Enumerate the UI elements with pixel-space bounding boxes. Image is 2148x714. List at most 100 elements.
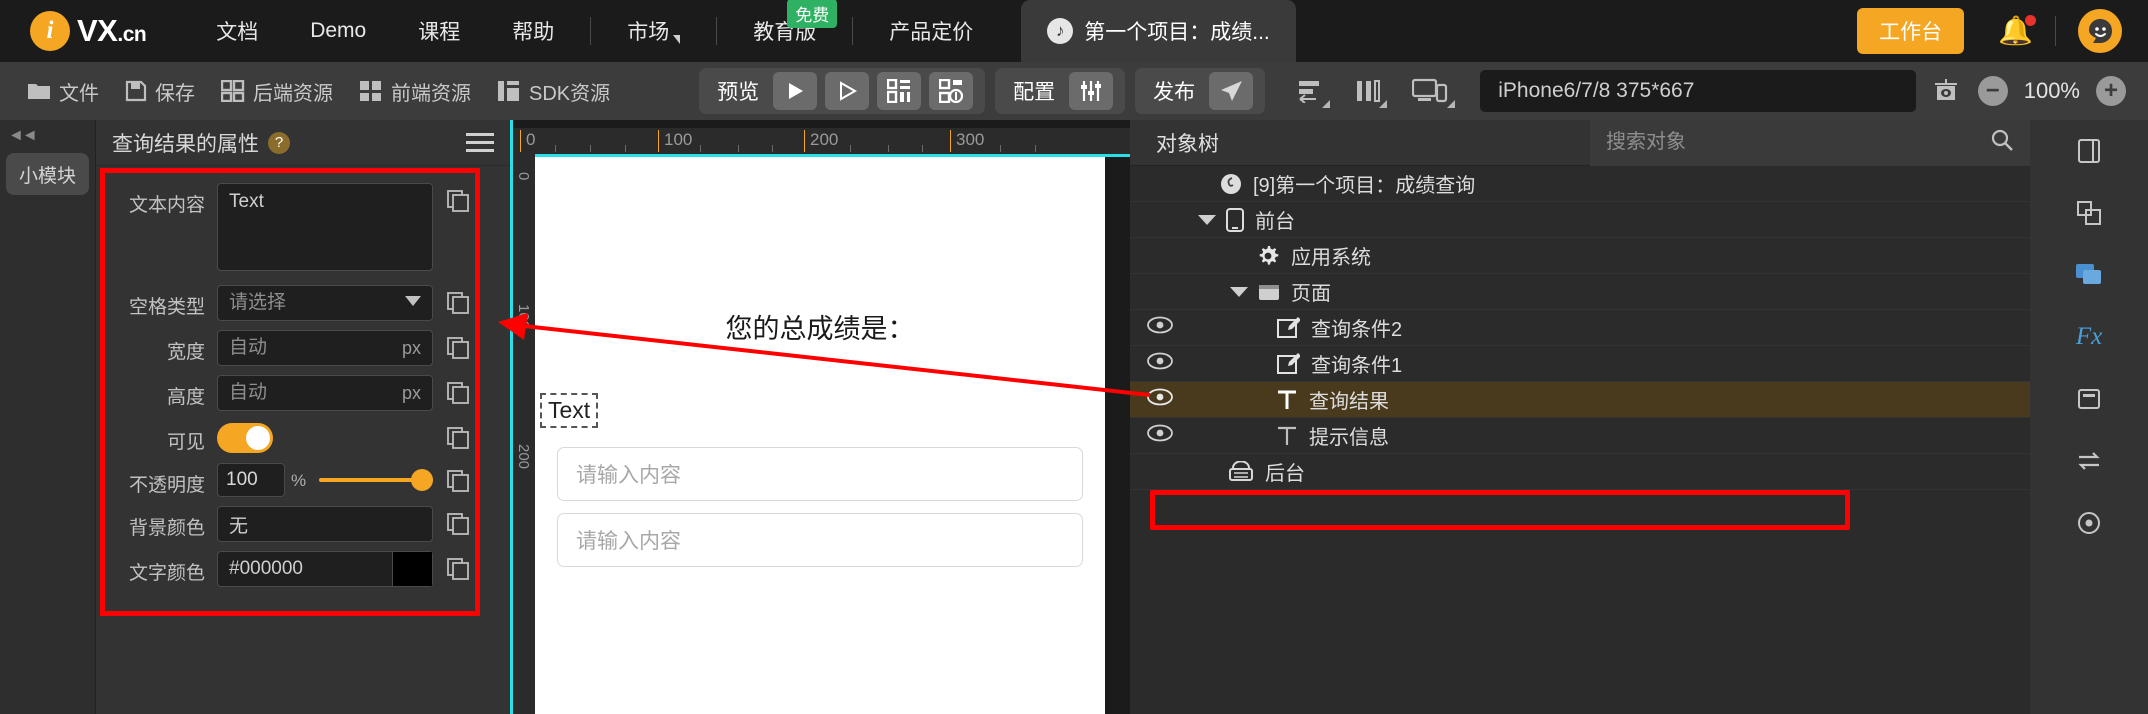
selected-text-element[interactable]: Text: [540, 393, 599, 428]
tree-node-label: 应用系统: [1291, 247, 1371, 269]
toolbar-sdk-res-button[interactable]: SDK资源: [484, 77, 623, 106]
toolbar-backend-res-button[interactable]: 后端资源: [208, 77, 346, 106]
toolbar-file-button[interactable]: 文件: [14, 77, 112, 106]
nav-item-courses[interactable]: 课程: [392, 16, 486, 46]
width-input[interactable]: [217, 330, 433, 366]
toolbar-frontend-res-button[interactable]: 前端资源: [346, 77, 484, 106]
property-label: 不透明度: [128, 475, 205, 496]
nav-item-docs[interactable]: 文档: [190, 16, 284, 46]
tree-node-query-condition-1[interactable]: 查询条件1: [1130, 346, 2030, 382]
copy-icon[interactable]: [441, 285, 475, 319]
logo-name: VX: [77, 13, 118, 48]
sliders-icon[interactable]: [1069, 72, 1114, 110]
nav-divider: [716, 17, 718, 45]
copy-icon[interactable]: [441, 330, 475, 364]
visible-toggle[interactable]: [217, 423, 273, 453]
layers-icon[interactable]: [2030, 182, 2148, 244]
tree-node-query-condition-2[interactable]: 查询条件2: [1130, 310, 2030, 346]
fx-icon[interactable]: Fx: [2030, 306, 2148, 368]
tree-node-label: 查询条件1: [1311, 355, 1403, 377]
sync-icon[interactable]: [2030, 430, 2148, 492]
nav-item-demo[interactable]: Demo: [284, 19, 392, 43]
property-row-text-color: 文字颜色: [105, 551, 475, 587]
zoom-in-button[interactable]: +: [2096, 76, 2126, 106]
align-left-icon[interactable]: [1291, 72, 1331, 110]
background-color-input[interactable]: [217, 506, 433, 542]
brand-logo[interactable]: i VX.cn: [30, 11, 147, 51]
toolbar-save-button[interactable]: 保存: [112, 77, 208, 106]
property-row-width: 宽度 px: [105, 330, 475, 366]
collapse-left-icon[interactable]: ◄◄: [0, 120, 95, 145]
copy-icon[interactable]: [441, 463, 475, 497]
chevron-down-icon[interactable]: [1198, 214, 1216, 225]
text-color-swatch[interactable]: [392, 552, 432, 586]
ivx-editor-window: i VX.cn 文档 Demo 课程 帮助 市场 教育版 免费 产品定价 ♪ 第…: [0, 0, 2148, 714]
copy-icon[interactable]: [441, 420, 475, 454]
tree-node-label: 查询条件2: [1311, 319, 1403, 341]
zoom-out-button[interactable]: −: [1977, 76, 2008, 106]
tree-node-hint-message[interactable]: 提示信息: [1130, 418, 2030, 454]
copy-icon[interactable]: [441, 375, 475, 409]
qrcode-share-icon[interactable]: [929, 72, 974, 110]
search-input[interactable]: [1606, 131, 1990, 154]
columns-icon[interactable]: [1348, 72, 1388, 110]
search-icon[interactable]: [1990, 128, 2014, 157]
nav-item-education[interactable]: 教育版 免费: [727, 0, 842, 46]
phone-input-2[interactable]: 请输入内容: [557, 513, 1083, 567]
help-icon[interactable]: ?: [268, 131, 290, 154]
property-row-visible: 可见: [105, 420, 475, 454]
canvas-area[interactable]: 0 100 200 300 0 100 200 您的总成绩是： Text 请输入…: [510, 120, 1130, 714]
copy-icon[interactable]: [441, 506, 475, 540]
send-icon[interactable]: [1209, 72, 1254, 110]
chevron-down-icon: [673, 34, 681, 44]
property-label: 宽度: [166, 342, 205, 363]
tab-object-tree[interactable]: 对象树: [1130, 128, 1245, 158]
ruler-tick: 300: [950, 130, 984, 152]
tree-node-pages[interactable]: 页面: [1130, 274, 2030, 310]
right-icon-rail: Fx: [2030, 120, 2148, 714]
tree-node-frontend[interactable]: 前台: [1130, 202, 2030, 238]
tree-node-project[interactable]: [9]第一个项目：成绩查询: [1130, 166, 2030, 202]
workbench-button[interactable]: 工作台: [1857, 8, 1965, 54]
comments-icon[interactable]: [2030, 244, 2148, 306]
eye-icon[interactable]: [1130, 316, 1190, 339]
text-content-textarea[interactable]: [217, 183, 433, 271]
opacity-slider[interactable]: [319, 463, 433, 497]
property-label: 空格类型: [128, 297, 205, 318]
chevron-down-icon[interactable]: [1230, 286, 1248, 297]
play-outline-icon[interactable]: [825, 72, 870, 110]
copy-icon[interactable]: [441, 551, 475, 585]
clipboard-icon[interactable]: [2030, 368, 2148, 430]
qrcode-icon[interactable]: [877, 72, 922, 110]
eye-icon[interactable]: [1130, 424, 1190, 447]
tree-node-app-system[interactable]: 应用系统: [1130, 238, 2030, 274]
user-avatar-icon[interactable]: [2078, 9, 2122, 53]
tree-node-query-result[interactable]: 查询结果: [1130, 382, 2030, 418]
slider-knob[interactable]: [411, 469, 433, 491]
notifications-button[interactable]: 🔔: [1998, 15, 2036, 45]
phone-preview[interactable]: 您的总成绩是： Text 请输入内容 请输入内容: [535, 157, 1105, 714]
tree-node-label: 提示信息: [1309, 427, 1389, 449]
project-tab[interactable]: ♪ 第一个项目：成绩...: [1021, 0, 1296, 62]
nav-item-pricing[interactable]: 产品定价: [863, 16, 999, 46]
left-module-rail: ◄◄ 小模块: [0, 120, 95, 714]
space-type-select[interactable]: [217, 285, 433, 321]
hamburger-menu-icon[interactable]: [466, 128, 494, 157]
tree-node-backend[interactable]: 后台: [1130, 454, 2030, 490]
small-module-button[interactable]: 小模块: [6, 153, 89, 195]
canvas-eye-icon[interactable]: [1925, 72, 1969, 110]
settings-icon[interactable]: [2030, 492, 2148, 554]
device-size-selector[interactable]: iPhone6/7/8 375*667: [1480, 70, 1916, 112]
nav-item-market[interactable]: 市场: [601, 16, 706, 46]
phone-input-1[interactable]: 请输入内容: [557, 447, 1083, 501]
opacity-input[interactable]: [217, 463, 285, 497]
height-input[interactable]: [217, 375, 433, 411]
panel-info-icon[interactable]: [2030, 120, 2148, 182]
eye-icon[interactable]: [1130, 352, 1190, 375]
nav-item-help[interactable]: 帮助: [486, 16, 580, 46]
play-icon[interactable]: [773, 72, 818, 110]
copy-icon[interactable]: [441, 183, 475, 217]
responsive-device-icon[interactable]: [1405, 72, 1456, 110]
eye-icon[interactable]: [1130, 388, 1190, 411]
object-search-bar[interactable]: [1590, 119, 2030, 166]
